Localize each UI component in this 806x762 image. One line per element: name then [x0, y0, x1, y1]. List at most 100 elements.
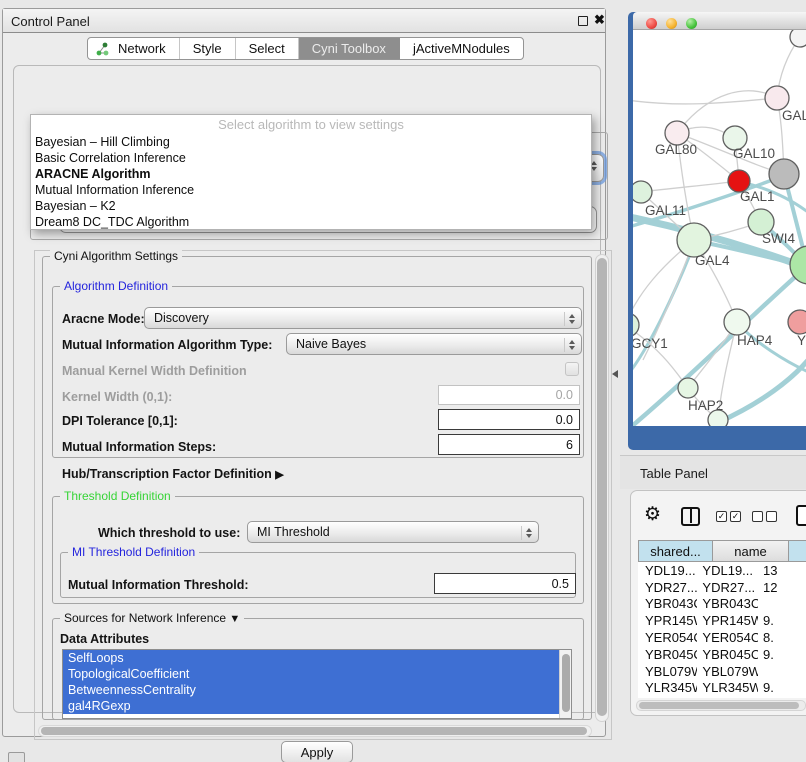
network-edge	[677, 91, 777, 133]
table-function-icon[interactable]	[796, 505, 806, 526]
select-all-checkbox-icon[interactable]: ✓	[716, 511, 727, 522]
table-row[interactable]: YBL079W YBL079W	[638, 663, 806, 680]
node-top-partial[interactable]	[790, 30, 806, 47]
table-row[interactable]: YDR27... YDR27... 12	[638, 579, 806, 596]
algorithm-list-item[interactable]: Basic Correlation Inference	[31, 150, 591, 166]
algorithm-list-item[interactable]: Bayesian – K2	[31, 198, 591, 214]
aracne-mode-combobox[interactable]: Discovery	[144, 307, 582, 329]
data-attributes-list[interactable]: SelfLoops TopologicalCoefficient Between…	[62, 649, 572, 719]
list-vertical-scrollbar[interactable]	[559, 650, 571, 718]
control-panel-tab[interactable]: Style	[180, 38, 236, 59]
node-salmon[interactable]	[788, 310, 806, 334]
table-horizontal-scrollbar[interactable]	[636, 700, 806, 711]
network-node-label: GAL	[782, 108, 806, 123]
algorithm-list-item[interactable]: Bayesian – Hill Climbing	[31, 134, 591, 150]
combo-spinner-icon	[564, 312, 576, 326]
algorithm-dropdown-popup: Select algorithm to view settings Bayesi…	[30, 114, 592, 230]
table-settings-gear-icon[interactable]: ⚙	[644, 503, 661, 526]
splitter-arrow-icon[interactable]	[612, 370, 618, 378]
settings-content-panel: Select algorithm to view settings Bayesi…	[13, 65, 601, 713]
mi-threshold-field[interactable]: 0.5	[434, 573, 576, 594]
network-canvas: GALGAL80GAL10GAL1GAL11SWI4GAL4GCY1HAP4YH…	[633, 30, 806, 426]
network-node-label: SWI4	[762, 231, 795, 246]
table-row[interactable]: YER054C YER054C 8.	[638, 629, 806, 646]
mi-algorithm-type-label: Mutual Information Algorithm Type:	[62, 338, 272, 352]
network-node-label: HAP2	[688, 398, 723, 413]
network-node-label: GAL11	[645, 203, 686, 218]
node-left-green[interactable]	[633, 181, 652, 203]
control-panel-tab[interactable]: Cyni Toolbox	[299, 38, 400, 59]
manual-kernel-label: Manual Kernel Width Definition	[62, 364, 247, 378]
table-row[interactable]: YIL052C YIL052C 9	[638, 696, 806, 698]
table-body: YDL19... YDL19... 13 YDR27... YDR27... 1…	[638, 562, 806, 698]
network-node-label: GAL10	[733, 146, 775, 161]
select-all-checkbox-icon[interactable]: ✓	[730, 511, 741, 522]
algorithm-list-item[interactable]: Mutual Information Inference	[31, 182, 591, 198]
control-panel: Control Panel ✖ Network Style Select Cyn…	[2, 8, 606, 737]
table-row[interactable]: YBR043C YBR043C	[638, 596, 806, 613]
data-attribute-item[interactable]: SelfLoops	[63, 650, 561, 666]
mi-algorithm-type-combobox[interactable]: Naive Bayes	[286, 333, 582, 355]
node-hap2[interactable]	[678, 378, 698, 398]
apply-button[interactable]: Apply	[281, 741, 353, 762]
node-gray[interactable]	[769, 159, 799, 189]
algorithm-list-item[interactable]: Dream8 DC_TDC Algorithm	[31, 214, 591, 230]
data-attribute-item[interactable]: BetweennessCentrality	[63, 682, 561, 698]
deselect-checkbox-icon[interactable]	[752, 511, 763, 522]
deselect-checkbox-icon[interactable]	[766, 511, 777, 522]
mi-steps-field[interactable]: 6	[438, 434, 580, 455]
network-window-titlebar[interactable]	[633, 12, 806, 30]
settings-vertical-scrollbar[interactable]	[595, 254, 609, 722]
data-attributes-label: Data Attributes	[60, 632, 149, 646]
node-gcy1[interactable]	[633, 313, 639, 337]
screenshot-root: Control Panel ✖ Network Style Select Cyn…	[0, 0, 806, 762]
float-panel-icon[interactable]	[578, 16, 588, 26]
data-attribute-item[interactable]: gal4RGexp	[63, 698, 561, 714]
group-title: Cyni Algorithm Settings	[50, 249, 182, 263]
table-row[interactable]: YLR345W YLR345W 9.	[638, 680, 806, 697]
network-icon	[95, 42, 109, 56]
table-row[interactable]: YBR045C YBR045C 9.	[638, 646, 806, 663]
data-attribute-item[interactable]: TopologicalCoefficient	[63, 666, 561, 682]
manual-kernel-checkbox[interactable]	[565, 362, 579, 376]
network-node-label: GAL1	[740, 189, 775, 204]
mi-steps-label: Mutual Information Steps:	[62, 440, 216, 454]
network-edge	[633, 98, 777, 104]
kernel-width-field[interactable]: 0.0	[438, 385, 580, 405]
network-node-label: GAL4	[695, 253, 730, 268]
network-node-label: GCY1	[633, 336, 668, 351]
control-panel-tab[interactable]: Select	[236, 38, 299, 59]
algorithm-list-item[interactable]: ARACNE Algorithm	[31, 166, 591, 182]
node-hap4[interactable]	[724, 309, 750, 335]
algorithm-placeholder: Select algorithm to view settings	[31, 117, 591, 134]
node-pink-top[interactable]	[765, 86, 789, 110]
collapsed-arrow-icon: ▶	[275, 469, 283, 481]
column-layout-icon[interactable]	[681, 507, 700, 526]
close-icon[interactable]: ✖	[594, 12, 605, 28]
combo-spinner-icon	[564, 338, 576, 352]
settings-horizontal-scrollbar[interactable]	[38, 725, 592, 737]
network-node-label: Y	[797, 333, 806, 348]
kernel-width-label: Kernel Width (0,1):	[62, 390, 172, 404]
which-threshold-label: Which threshold to use:	[98, 526, 240, 540]
minimize-traffic-light-icon[interactable]	[666, 18, 677, 29]
network-canvas-container[interactable]: GALGAL80GAL10GAL1GAL11SWI4GAL4GCY1HAP4YH…	[633, 30, 806, 426]
dpi-tolerance-label: DPI Tolerance [0,1]:	[62, 414, 178, 428]
dpi-tolerance-field[interactable]: 0.0	[438, 409, 580, 430]
control-panel-titlebar: Control Panel ✖	[3, 9, 605, 33]
table-row[interactable]: YDL19... YDL19... 13	[638, 562, 806, 579]
node-gal4[interactable]	[677, 223, 711, 257]
group-title: Algorithm Definition	[60, 279, 172, 293]
which-threshold-combobox[interactable]: MI Threshold	[247, 521, 539, 543]
algorithm-list: Bayesian – Hill Climbing Basic Correlati…	[31, 134, 591, 230]
docked-panel-icon[interactable]	[8, 752, 25, 762]
table-column-header[interactable]: name	[713, 541, 789, 561]
table-column-header[interactable]	[789, 541, 806, 561]
close-traffic-light-icon[interactable]	[646, 18, 657, 29]
table-column-header[interactable]: shared...	[639, 541, 713, 561]
hub-definition-toggle[interactable]: Hub/Transcription Factor Definition ▶	[62, 467, 284, 481]
sources-toggle[interactable]: Sources for Network Inference ▼	[60, 611, 244, 625]
zoom-traffic-light-icon[interactable]	[686, 18, 697, 29]
control-panel-tab[interactable]: jActiveMNodules	[400, 38, 523, 59]
table-row[interactable]: YPR145W YPR145W 9.	[638, 612, 806, 629]
